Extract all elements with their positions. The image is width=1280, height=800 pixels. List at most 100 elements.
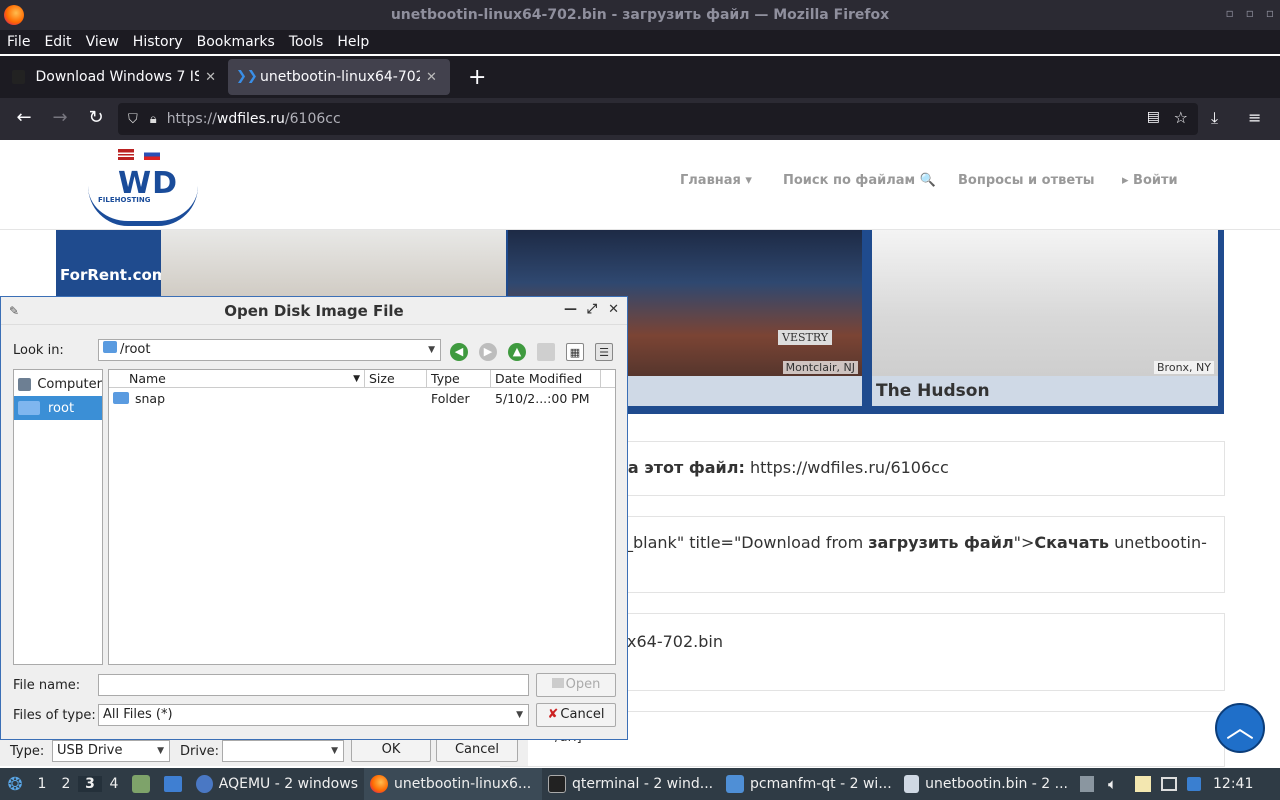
menu-edit[interactable]: Edit	[44, 34, 71, 50]
task-label: unetbootin-linux6...	[394, 776, 532, 792]
firefox-icon	[4, 5, 24, 25]
nav-faq[interactable]: Вопросы и ответы	[958, 173, 1094, 188]
folder-icon	[103, 341, 117, 353]
file-type-select[interactable]: All Files (*) ▼	[98, 704, 529, 726]
downloads-icon[interactable]: ⤓	[1211, 108, 1218, 128]
sidebar-item-root[interactable]: root	[14, 396, 102, 420]
network-icon[interactable]	[1161, 777, 1178, 791]
pin-icon[interactable]: ✎	[9, 304, 19, 318]
hamburger-menu-icon[interactable]: ≡	[1248, 108, 1261, 127]
desktop-3[interactable]: 3	[78, 776, 102, 792]
back-icon[interactable]: ◀	[450, 343, 468, 361]
task-firefox[interactable]: unetbootin-linux6...	[364, 768, 542, 800]
link-value[interactable]: https://wdfiles.ru/6106cc	[745, 458, 949, 477]
clipboard-icon[interactable]	[1135, 776, 1152, 792]
ad-photo-lobby: Bronx, NY The Hudson	[872, 230, 1218, 406]
task-label: pcmanfm-qt - 2 wi...	[750, 776, 892, 792]
chevron-down-icon: ▼	[331, 746, 338, 756]
menu-view[interactable]: View	[86, 34, 119, 50]
navigation-bar: ← → ↻ ⛉ 🔒︎ https:// wdfiles.ru /6106cc ▤…	[0, 98, 1280, 140]
computer-icon	[18, 377, 32, 391]
desktop-launcher-icon[interactable]	[164, 776, 182, 792]
new-folder-icon[interactable]	[537, 343, 555, 361]
close-icon[interactable]: ▫	[1266, 6, 1274, 20]
minimize-icon[interactable]: —	[564, 302, 577, 317]
menu-tools[interactable]: Tools	[289, 34, 324, 50]
file-name-input[interactable]	[98, 674, 529, 696]
close-tab-icon[interactable]: ✕	[205, 70, 216, 85]
parent-directory-icon[interactable]: ▲	[508, 343, 526, 361]
tab-unetbootin[interactable]: ❯❯ unetbootin-linux64-702.bin ✕	[228, 59, 450, 95]
column-size[interactable]: Size	[365, 370, 427, 387]
folder-icon	[726, 775, 744, 793]
forward-icon[interactable]: ▶	[479, 343, 497, 361]
menu-file[interactable]: File	[7, 34, 30, 50]
clock[interactable]: 12:41	[1213, 776, 1253, 792]
task-aqemu[interactable]: AQEMU - 2 windows	[190, 768, 364, 800]
back-arrow-icon[interactable]: ←	[6, 107, 42, 128]
file-name: snap	[135, 390, 166, 406]
scroll-to-top-icon[interactable]: ︿	[1215, 703, 1265, 753]
menu-history[interactable]: History	[133, 34, 183, 50]
menu-help[interactable]: Help	[337, 34, 369, 50]
cancel-button[interactable]: ✘ Cancel	[536, 703, 616, 727]
nav-login[interactable]: ▸ Войти	[1122, 173, 1178, 188]
ad-sign: VESTRY	[778, 330, 833, 345]
desktop-4[interactable]: 4	[102, 776, 126, 792]
file-manager-launcher-icon[interactable]	[132, 775, 150, 793]
desktop-1[interactable]: 1	[30, 776, 54, 792]
task-pcmanfm[interactable]: pcmanfm-qt - 2 wi...	[720, 768, 898, 800]
url-host: wdfiles.ru	[216, 111, 285, 127]
desktop-2[interactable]: 2	[54, 776, 78, 792]
forward-arrow-icon[interactable]: →	[42, 107, 78, 128]
close-icon[interactable]: ✕	[608, 302, 619, 317]
nav-search[interactable]: Поиск по файлам 🔍	[783, 173, 936, 188]
notification-icon[interactable]	[1187, 777, 1202, 791]
nav-home[interactable]: Главная ▾	[680, 173, 752, 188]
maximize-icon[interactable]: ⤢	[587, 302, 597, 317]
flag-us-icon[interactable]	[118, 149, 134, 160]
column-type[interactable]: Type	[427, 370, 491, 387]
volume-icon[interactable]: 🔈︎	[1108, 775, 1117, 793]
menu-bookmarks[interactable]: Bookmarks	[197, 34, 275, 50]
minimize-icon[interactable]: ▫	[1226, 6, 1234, 20]
close-tab-icon[interactable]: ✕	[426, 70, 437, 85]
type-select[interactable]: USB Drive ▼	[52, 740, 170, 762]
new-tab-icon[interactable]: +	[468, 65, 486, 90]
detail-view-icon[interactable]: ☰	[595, 343, 613, 361]
ok-button[interactable]: OK	[351, 738, 431, 762]
start-menu-icon[interactable]: ❂	[0, 774, 30, 795]
flag-ru-icon[interactable]	[144, 149, 160, 160]
places-sidebar: Computer root	[13, 369, 103, 665]
tab-bar: Download Windows 7 ISO ✕ ❯❯ unetbootin-l…	[0, 56, 1280, 98]
open-button[interactable]: Open	[536, 673, 616, 697]
url-bar[interactable]: ⛉ 🔒︎ https:// wdfiles.ru /6106cc ▤ ☆	[118, 103, 1198, 135]
ad-caption: The Hudson	[872, 376, 1218, 406]
dialog-titlebar: ✎ Open Disk Image File — ⤢ ✕	[1, 297, 627, 325]
file-row[interactable]: snap Folder 5/10/2...:00 PM	[109, 388, 615, 408]
html-code-bold: Скачать	[1034, 533, 1109, 552]
column-name[interactable]: Name ▼	[109, 370, 365, 387]
drive-select[interactable]: ▼	[222, 740, 344, 762]
shield-icon[interactable]: ⛉	[128, 112, 138, 127]
lock-icon[interactable]: 🔒︎	[150, 112, 157, 127]
cancel-button[interactable]: Cancel	[436, 738, 518, 762]
task-unetbootin[interactable]: unetbootin.bin - 2 ...	[898, 768, 1074, 800]
look-in-select[interactable]: /root ▼	[98, 339, 441, 361]
url-path: /6106cc	[284, 111, 341, 127]
task-qterminal[interactable]: qterminal - 2 wind...	[542, 768, 720, 800]
unetbootin-options-bar: Type: USB Drive ▼ Drive: ▼ OK Cancel	[0, 738, 528, 766]
file-type-label: Files of type:	[13, 708, 96, 723]
logo-subtext: FILEHOSTING	[98, 196, 151, 204]
icon-view-icon[interactable]: ▦	[566, 343, 584, 361]
reload-icon[interactable]: ↻	[78, 107, 114, 128]
maximize-icon[interactable]: ▫	[1246, 6, 1254, 20]
reader-view-icon[interactable]: ▤	[1147, 109, 1160, 125]
column-date-modified[interactable]: Date Modified	[491, 370, 601, 387]
site-logo[interactable]: WD FILEHOSTING	[88, 164, 198, 226]
sidebar-item-computer[interactable]: Computer	[14, 372, 102, 396]
bookmark-star-icon[interactable]: ☆	[1174, 108, 1188, 127]
tab-download-windows[interactable]: Download Windows 7 ISO ✕	[4, 59, 224, 95]
html-code-text: ">	[1013, 533, 1035, 552]
tray-arrow-icon[interactable]	[1080, 776, 1094, 792]
